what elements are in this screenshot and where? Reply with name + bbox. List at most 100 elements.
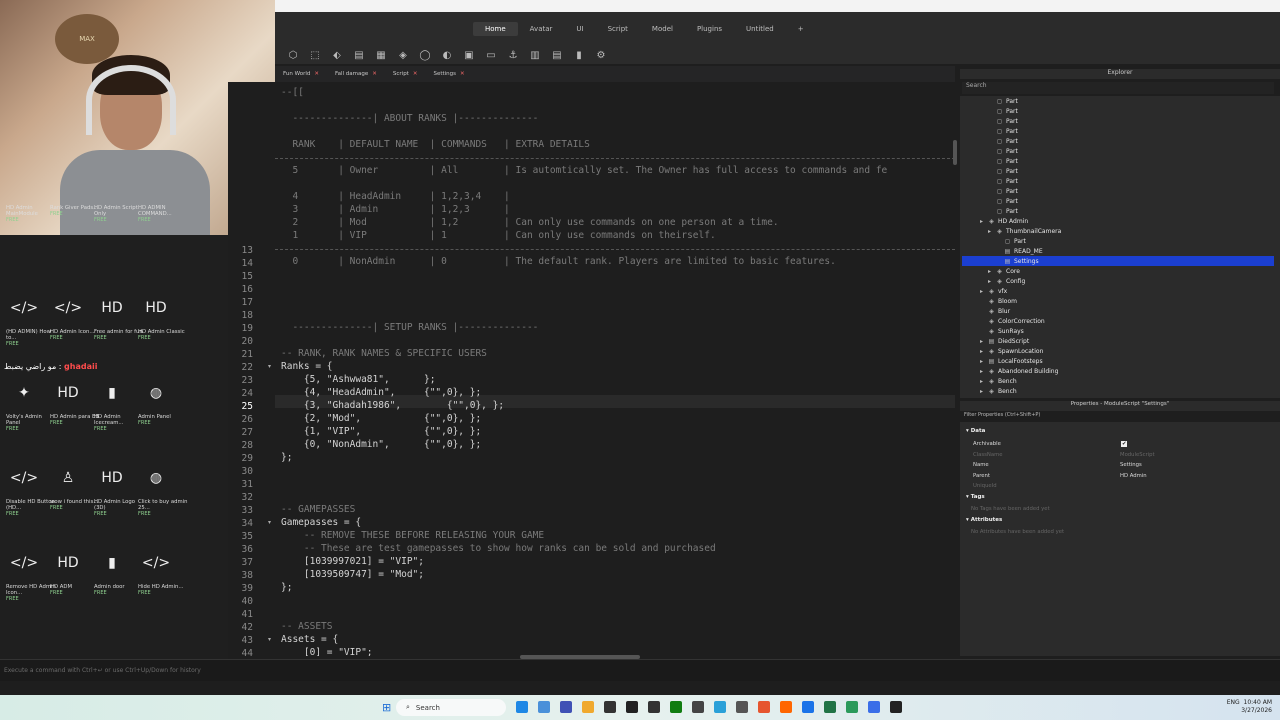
explorer-item[interactable]: ▤ Settings xyxy=(962,256,1274,266)
property-value[interactable]: ✔ xyxy=(1121,441,1128,447)
expand-chevron-icon[interactable] xyxy=(986,158,993,165)
toolbox-item[interactable]: ♙ wow i found this... FREE xyxy=(50,460,100,511)
ribbon-tab-script[interactable]: Script xyxy=(596,22,640,36)
explorer-item[interactable]: ◻ Part xyxy=(994,236,1026,246)
expand-chevron-icon[interactable] xyxy=(986,128,993,135)
section-attributes[interactable]: ▾ Attributes xyxy=(966,517,1002,523)
expand-chevron-icon[interactable] xyxy=(986,208,993,215)
obs-icon[interactable] xyxy=(626,701,638,713)
explorer-item[interactable]: ◈ SunRays xyxy=(978,326,1024,336)
explorer-item[interactable]: ◻ Part xyxy=(986,126,1018,136)
telegram-icon[interactable] xyxy=(714,701,726,713)
chrome-icon[interactable] xyxy=(758,701,770,713)
ribbon-tab-avatar[interactable]: Avatar xyxy=(518,22,565,36)
studio-icon[interactable] xyxy=(868,701,880,713)
expand-chevron-icon[interactable] xyxy=(978,318,985,325)
play-icon[interactable]: ▮ xyxy=(573,49,585,61)
studio-dark-icon[interactable] xyxy=(890,701,902,713)
expand-chevron-icon[interactable]: ▸ xyxy=(978,368,985,375)
toolbox-item[interactable]: HD HD Admin Classic FREE xyxy=(138,290,188,341)
scale-icon[interactable]: ⬖ xyxy=(331,49,343,61)
folder-icon[interactable] xyxy=(582,701,594,713)
expand-chevron-icon[interactable] xyxy=(986,178,993,185)
ribbon-tab-plugins[interactable]: Plugins xyxy=(685,22,734,36)
explorer-item[interactable]: ▸ ▤ DiedScript xyxy=(978,336,1029,346)
select-icon[interactable]: ⬡ xyxy=(287,49,299,61)
toolbox-item[interactable]: </> Hide HD Admin... FREE xyxy=(138,545,188,596)
expand-chevron-icon[interactable]: ▸ xyxy=(986,268,993,275)
doc-tab-fun-world[interactable]: Fun World ✕ xyxy=(275,66,327,82)
explorer-item[interactable]: ◈ Blur xyxy=(978,306,1010,316)
expand-chevron-icon[interactable]: ▸ xyxy=(978,388,985,395)
transform-icon[interactable]: ▦ xyxy=(375,49,387,61)
expand-chevron-icon[interactable]: ▸ xyxy=(978,348,985,355)
toolbox-item[interactable]: HD HD ADM FREE xyxy=(50,545,100,596)
section-tags[interactable]: ▾ Tags xyxy=(966,494,985,500)
close-icon[interactable]: ✕ xyxy=(314,71,319,77)
doc-tab-script[interactable]: Script ✕ xyxy=(385,66,426,82)
terrain-icon[interactable]: ◯ xyxy=(419,49,431,61)
expand-chevron-icon[interactable]: ▸ xyxy=(986,278,993,285)
explorer-item[interactable]: ▸ ◈ Bench xyxy=(978,376,1017,386)
property-value[interactable]: Settings xyxy=(1120,462,1142,468)
explorer-item[interactable]: ▸ ◈ ThumbnailCamera xyxy=(986,226,1061,236)
lock-icon[interactable]: ▭ xyxy=(485,49,497,61)
taskbar-search[interactable]: ⌕ Search xyxy=(396,699,506,716)
toolbox-item[interactable]: </> Remove HD Admin Icon... FREE xyxy=(6,545,56,602)
expand-chevron-icon[interactable] xyxy=(994,238,1001,245)
explorer-item[interactable]: ▸ ◈ vfx xyxy=(978,286,1007,296)
toolbox-item[interactable]: </> (HD ADMIN) How to... FREE xyxy=(6,290,56,347)
color-icon[interactable]: ▣ xyxy=(463,49,475,61)
expand-chevron-icon[interactable] xyxy=(986,98,993,105)
expand-chevron-icon[interactable] xyxy=(994,248,1001,255)
excel-icon[interactable] xyxy=(824,701,836,713)
explorer-item[interactable]: ◻ Part xyxy=(986,96,1018,106)
ribbon-tab-home[interactable]: Home xyxy=(473,22,518,36)
expand-chevron-icon[interactable] xyxy=(986,118,993,125)
explorer-item[interactable]: ◻ Part xyxy=(986,156,1018,166)
toolbox-item[interactable]: </> Disable HD Button (HD... FREE xyxy=(6,460,56,517)
explorer-item[interactable]: ▸ ◈ Abandoned Building xyxy=(978,366,1058,376)
explorer-item[interactable]: ◻ Part xyxy=(986,196,1018,206)
explorer-item[interactable]: ▸ ◈ Config xyxy=(986,276,1025,286)
explorer-item[interactable]: ◻ Part xyxy=(986,146,1018,156)
steam-icon[interactable] xyxy=(736,701,748,713)
toolbox-item[interactable]: ✦ Volty's Admin Panel FREE xyxy=(6,375,56,432)
explorer-item[interactable]: ◻ Part xyxy=(986,206,1018,216)
expand-chevron-icon[interactable] xyxy=(978,308,985,315)
editor-vertical-scrollbar[interactable] xyxy=(953,140,957,165)
expand-chevron-icon[interactable] xyxy=(986,168,993,175)
explorer-item[interactable]: ◻ Part xyxy=(986,166,1018,176)
expand-chevron-icon[interactable] xyxy=(994,258,1001,265)
store-icon[interactable] xyxy=(538,701,550,713)
expand-chevron-icon[interactable]: ▸ xyxy=(986,228,993,235)
settings-icon[interactable]: ⚙ xyxy=(595,49,607,61)
roblox-icon[interactable] xyxy=(846,701,858,713)
explorer-item[interactable]: ◻ Part xyxy=(986,176,1018,186)
close-icon[interactable]: ✕ xyxy=(372,71,377,77)
toolbox-item[interactable]: HDHD ADMIN COMMAND...FREE xyxy=(138,205,188,223)
material-icon[interactable]: ◐ xyxy=(441,49,453,61)
doc-tab-settings[interactable]: Settings ✕ xyxy=(425,66,472,82)
part-icon[interactable]: ◈ xyxy=(397,49,409,61)
expand-chevron-icon[interactable] xyxy=(986,108,993,115)
close-icon[interactable]: ✕ xyxy=(460,71,465,77)
terminal-icon[interactable] xyxy=(604,701,616,713)
toolbox-item[interactable]: HD HD Admin Logo (3D) FREE xyxy=(94,460,144,517)
toolbox-item[interactable]: HDHD Admin Script OnlyFREE xyxy=(94,205,144,223)
close-icon[interactable]: ✕ xyxy=(413,71,418,77)
fold-chevron-icon[interactable]: ▾ xyxy=(268,636,271,643)
expand-chevron-icon[interactable]: ▸ xyxy=(978,378,985,385)
ribbon-tab-ui[interactable]: UI xyxy=(564,22,595,36)
command-bar[interactable]: Execute a command with Ctrl+↵ or use Ctr… xyxy=(0,659,1280,681)
explorer-item[interactable]: ▸ ▤ LocalFootsteps xyxy=(978,356,1043,366)
toolbox-item[interactable]: ▮ HD Admin Icecream... FREE xyxy=(94,375,144,432)
expand-chevron-icon[interactable] xyxy=(986,188,993,195)
browser-icon[interactable] xyxy=(802,701,814,713)
expand-chevron-icon[interactable]: ▸ xyxy=(978,338,985,345)
ribbon-tab-untitled[interactable]: Untitled xyxy=(734,22,786,36)
expand-chevron-icon[interactable]: ▸ xyxy=(978,358,985,365)
edge-icon[interactable] xyxy=(516,701,528,713)
expand-chevron-icon[interactable] xyxy=(986,138,993,145)
toolbox-item[interactable]: </>HD Admin MainModuleFREE xyxy=(6,205,56,223)
